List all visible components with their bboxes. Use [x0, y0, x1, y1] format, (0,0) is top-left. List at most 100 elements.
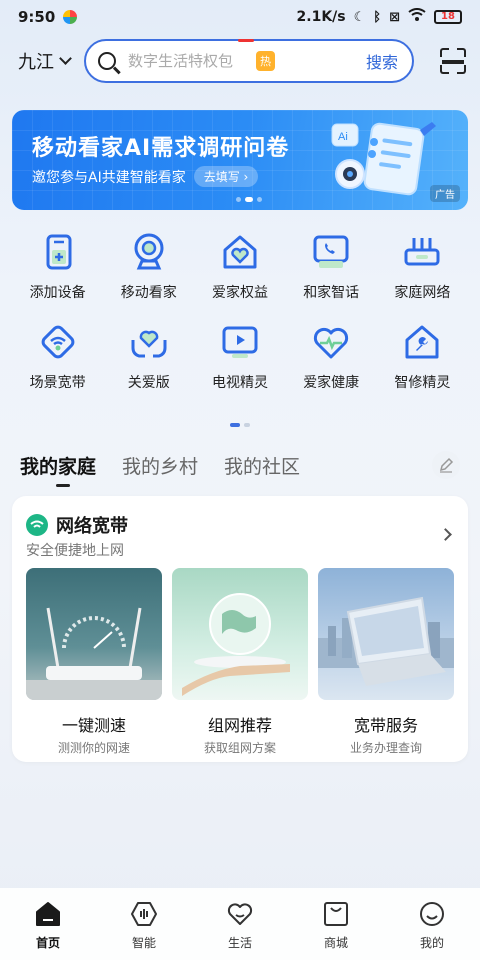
- tile-desc: 业务办理查询: [349, 741, 422, 755]
- camera-icon: [134, 233, 164, 270]
- grid-label: 和家智话: [303, 285, 360, 301]
- search-input[interactable]: [128, 52, 254, 70]
- banner-pager: [236, 197, 262, 202]
- grid-item-add-device[interactable]: 添加设备: [12, 232, 103, 302]
- router-speed-image: [26, 568, 162, 700]
- banner-title: 移动看家AI需求调研问卷: [32, 136, 290, 161]
- sim-off-icon: ⊠: [389, 9, 400, 25]
- chevron-down-icon: [59, 52, 72, 65]
- nav-label: 智能: [131, 936, 156, 950]
- grid-label: 智修精灵: [394, 375, 451, 391]
- grid-label: 场景宽带: [29, 375, 86, 391]
- chevron-right-icon[interactable]: [439, 528, 452, 541]
- search-button[interactable]: 搜索: [366, 49, 398, 73]
- nav-label: 我的: [419, 936, 444, 950]
- mall-bag-icon: [324, 902, 348, 926]
- grid-pager: [230, 423, 250, 427]
- card-subtitle: 安全便捷地上网: [26, 543, 124, 559]
- status-time: 9:50: [18, 8, 56, 26]
- bottom-nav: 首页 智能 生活 商城 我的: [0, 888, 480, 960]
- broadband-tiles: 一键测速 测测你的网速 组网推荐 获取组网方案 宽带服务 业务办理查询: [26, 568, 454, 756]
- repair-home-icon: [405, 325, 439, 359]
- grid-item-home-benefits[interactable]: 爱家权益: [194, 232, 285, 302]
- health-heart-icon: [314, 327, 349, 359]
- header: 九江 热 搜索: [0, 38, 480, 84]
- card-title: 网络宽带: [56, 516, 128, 537]
- add-device-icon: [46, 234, 72, 270]
- profile-smile-icon: [420, 902, 444, 926]
- grid-item-mobile-watch[interactable]: 移动看家: [103, 232, 194, 302]
- router-icon: [404, 238, 440, 266]
- care-hands-icon: [131, 330, 167, 358]
- svg-text:Ai: Ai: [338, 131, 348, 143]
- banner-subtitle-text: 邀您参与AI共建智能看家: [32, 169, 186, 186]
- card-header[interactable]: 网络宽带: [26, 512, 128, 538]
- globe-hand-image: [172, 568, 308, 700]
- grid-item-home-health[interactable]: 爱家健康: [286, 322, 377, 392]
- nav-life[interactable]: 生活: [192, 888, 288, 960]
- tab-my-village[interactable]: 我的乡村: [122, 452, 198, 479]
- nav-home[interactable]: 首页: [0, 888, 96, 960]
- wifi-diamond-icon: [41, 325, 74, 359]
- banner-subtitle: 邀您参与AI共建智能看家 去填写 ›: [32, 166, 259, 187]
- nav-mall[interactable]: 商城: [288, 888, 384, 960]
- tile-speed-test[interactable]: 一键测速 测测你的网速: [26, 568, 162, 756]
- grid-label: 家庭网络: [394, 285, 451, 301]
- app-notification-icon: [63, 10, 78, 24]
- laptop-city-image: [318, 568, 454, 700]
- wifi-icon: [408, 8, 426, 26]
- tv-play-icon: [222, 326, 258, 358]
- nav-label: 商城: [323, 936, 348, 950]
- grid-label: 关爱版: [127, 375, 170, 391]
- status-bar: 9:50 2.1K/s ☾ ᛒ ⊠ 18: [0, 0, 480, 34]
- scan-icon[interactable]: [440, 48, 466, 74]
- tile-title: 宽带服务: [353, 716, 418, 735]
- grid-item-tv-helper[interactable]: 电视精灵: [194, 322, 285, 392]
- grid-item-scene-broadband[interactable]: 场景宽带: [12, 322, 103, 392]
- nav-smart[interactable]: 智能: [96, 888, 192, 960]
- nav-label: 生活: [227, 936, 252, 950]
- grid-item-smart-repair[interactable]: 智修精灵: [377, 322, 468, 392]
- tile-desc: 获取组网方案: [203, 741, 276, 755]
- life-heart-icon: [227, 903, 253, 925]
- grid-label: 爱家权益: [211, 285, 268, 301]
- nav-label: 首页: [35, 936, 60, 950]
- home-icon: [36, 902, 60, 926]
- ad-tag: 广告: [430, 185, 460, 202]
- moon-icon: ☾: [353, 9, 366, 25]
- tile-title: 组网推荐: [207, 716, 272, 735]
- home-heart-icon: [223, 235, 257, 269]
- status-left: 9:50: [18, 8, 78, 26]
- grid-label: 添加设备: [29, 285, 86, 301]
- city-selector[interactable]: 九江: [18, 48, 78, 74]
- space-tabs: 我的家庭 我的乡村 我的社区: [20, 448, 460, 487]
- tile-network-recommend[interactable]: 组网推荐 获取组网方案: [172, 568, 308, 756]
- search-icon: [98, 52, 116, 70]
- grid-item-home-network[interactable]: 家庭网络: [377, 232, 468, 302]
- hot-badge: 热: [256, 51, 275, 71]
- edit-button[interactable]: [432, 451, 460, 479]
- bluetooth-icon: ᛒ: [373, 9, 382, 25]
- phone-screen-icon: [313, 235, 349, 268]
- city-label: 九江: [18, 52, 54, 73]
- pencil-icon: [439, 457, 454, 473]
- promo-banner[interactable]: 移动看家AI需求调研问卷 邀您参与AI共建智能看家 去填写 › Ai 广告: [12, 110, 468, 210]
- smart-icon: [131, 902, 157, 926]
- tab-my-home[interactable]: 我的家庭: [20, 452, 96, 487]
- search-indicator: [238, 39, 254, 42]
- tile-desc: 测测你的网速: [57, 741, 130, 755]
- banner-cta-label: 去填写: [203, 170, 240, 184]
- grid-item-care-mode[interactable]: 关爱版: [103, 322, 194, 392]
- search-box[interactable]: 热 搜索: [84, 39, 414, 83]
- tile-broadband-service[interactable]: 宽带服务 业务办理查询: [318, 568, 454, 756]
- grid-label: 移动看家: [120, 285, 177, 301]
- grid-item-smart-phone[interactable]: 和家智话: [286, 232, 377, 302]
- banner-cta-button[interactable]: 去填写 ›: [193, 166, 259, 187]
- battery-icon: 18: [434, 10, 462, 24]
- nav-profile[interactable]: 我的: [384, 888, 480, 960]
- quick-grid: 添加设备 移动看家 爱家权益 和家智话 家庭网络 场景宽带 关爱版 电视精灵 爱…: [12, 232, 468, 392]
- tab-my-community[interactable]: 我的社区: [224, 452, 300, 479]
- survey-clipboard-illustration: Ai: [331, 122, 436, 196]
- wifi-icon: [26, 514, 48, 536]
- grid-label: 电视精灵: [211, 375, 268, 391]
